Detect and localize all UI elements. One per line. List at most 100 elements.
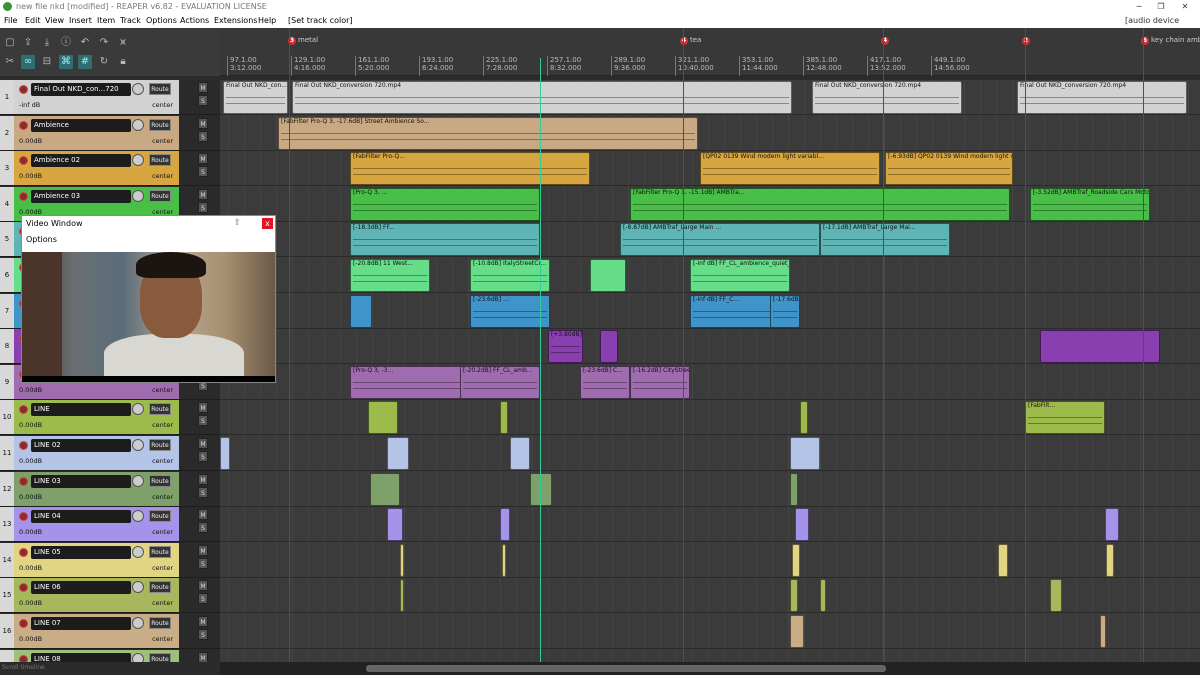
solo-button[interactable]: S [198,486,208,498]
scroll-thumb[interactable] [366,665,886,672]
track-panel[interactable]: LINE 05 Route 0.00dB center [14,542,179,577]
media-item[interactable]: [-6.93dB] QP02 0139 Wind modern light va… [885,152,1013,186]
solo-button[interactable]: S [198,451,208,462]
track-header[interactable]: 2 Ambience Route 0.00dB center M S [0,115,220,151]
mute-button[interactable]: M [198,580,208,592]
track-number[interactable]: 9 [0,364,14,399]
mute-button[interactable]: M [198,438,208,449]
media-item[interactable] [368,401,398,435]
volume-knob[interactable] [132,652,144,662]
route-button[interactable]: Route [149,154,171,167]
track-lane[interactable] [220,436,1200,471]
track-panel[interactable]: Final Out NKD_con...720 Route -inf dB ce… [14,80,179,114]
media-item[interactable] [370,472,400,506]
mute-button[interactable]: M [198,153,208,165]
media-item[interactable]: [-17.1dB] AMBTraf_Large Mai... [820,223,950,257]
track-lane[interactable] [220,543,1200,578]
media-item[interactable] [387,437,409,470]
media-item[interactable] [1040,330,1160,364]
media-item[interactable] [800,401,808,435]
record-arm-icon[interactable] [19,441,28,450]
media-item[interactable] [400,579,404,613]
project-marker[interactable]: 2 [1022,36,1032,45]
media-item[interactable]: [-3.52dB] AMBTraf_Roadside Cars Motorbi.… [1030,187,1150,221]
track-lane[interactable] [220,614,1200,649]
route-button[interactable]: Route [149,474,171,487]
media-item[interactable] [600,330,618,364]
track-name[interactable]: Ambience 02 [31,154,131,168]
media-item[interactable]: Final Out NKD_conversion 720.mp4 [1017,81,1187,114]
track-name[interactable]: Ambience [31,118,131,132]
route-button[interactable]: Route [149,581,171,594]
route-button[interactable]: Route [149,510,171,523]
record-arm-icon[interactable] [19,85,28,94]
track-number[interactable]: 4 [0,186,14,221]
solo-button[interactable]: S [198,557,208,569]
route-button[interactable]: Route [149,83,171,95]
track-header[interactable]: 10 LINE Route 0.00dB center M S [0,400,220,436]
track-panel[interactable]: Ambience Route 0.00dB center [14,115,179,150]
media-item[interactable] [792,543,800,577]
track-lane[interactable] [220,578,1200,614]
route-button[interactable]: Route [149,189,171,202]
record-arm-icon[interactable] [19,547,28,557]
track-number[interactable]: 11 [0,436,14,470]
media-item[interactable] [502,543,506,577]
media-item[interactable]: [-16.2dB] CityStreet_... [630,365,690,399]
arrange-view[interactable]: Final Out NKD_con... Final Out NKD_conver… [220,80,1200,662]
track-name[interactable]: LINE 03 [31,474,131,488]
track-header[interactable]: 1 Final Out NKD_con...720 Route -inf dB … [0,80,220,115]
mute-button[interactable]: M [198,117,208,129]
grouping-icon[interactable]: ⊟ [40,55,54,69]
track-number[interactable]: 10 [0,400,14,435]
menu-track[interactable]: Track [120,14,141,28]
route-button[interactable]: Route [149,439,171,451]
track-lane[interactable]: [+3.80dB] ... [220,329,1200,365]
volume-knob[interactable] [132,545,144,558]
track-panel[interactable]: LINE Route 0.00dB center [14,400,179,435]
undo-icon[interactable]: ↶ [78,36,92,50]
track-number[interactable]: 13 [0,507,14,542]
track-panel[interactable]: LINE 02 Route 0.00dB center [14,436,179,470]
route-button[interactable]: Route [149,118,171,131]
mute-button[interactable]: M [198,473,208,485]
media-item[interactable] [500,401,508,435]
mute-button[interactable]: M [198,188,208,200]
media-item[interactable] [790,579,798,613]
media-item[interactable] [1105,508,1119,542]
media-item[interactable] [220,437,230,470]
track-number[interactable]: 7 [0,293,14,328]
record-arm-icon[interactable] [19,654,28,662]
track-number[interactable]: 12 [0,471,14,506]
track-number[interactable]: 17 [0,649,14,662]
menu-extensions[interactable]: Extensions [214,14,257,28]
mute-button[interactable]: M [198,402,208,414]
ripple-edit-icon[interactable]: ∞ [21,55,35,69]
media-item[interactable] [530,472,552,506]
media-item[interactable]: [FabFilter Pro-Q 3, -17.6dB] Street Ambi… [278,116,698,150]
media-item[interactable]: [FabFilt... [1025,401,1105,435]
record-arm-icon[interactable] [19,619,28,628]
edit-cursor[interactable] [540,58,541,662]
media-item[interactable]: [-8.87dB] AMBTraf_Large Main ... [620,223,820,257]
menu-help[interactable]: Help [258,14,276,28]
media-item[interactable] [1050,579,1062,613]
media-item[interactable]: [-17.6dB] FF... [770,294,800,328]
track-number[interactable]: 8 [0,329,14,364]
track-number[interactable]: 2 [0,115,14,150]
solo-button[interactable]: S [198,522,208,534]
volume-knob[interactable] [132,154,144,167]
track-number[interactable]: 3 [0,151,14,186]
media-item[interactable]: [-18.3dB] FF... [350,223,540,257]
media-item[interactable]: [-23.6dB] ... [470,294,550,328]
new-project-icon[interactable]: ▢ [3,36,17,50]
volume-knob[interactable] [132,189,144,202]
media-item[interactable]: Final Out NKD_conversion 720.mp4 [292,81,792,114]
volume-knob[interactable] [132,439,144,451]
media-item[interactable] [510,437,530,470]
mute-button[interactable]: M [198,509,208,521]
media-item[interactable] [790,615,804,648]
media-item[interactable] [790,472,798,506]
route-button[interactable]: Route [149,403,171,416]
media-item[interactable]: [FabFilter Pro-Q 3, -15.1dB] AMBTra... [630,187,1010,221]
